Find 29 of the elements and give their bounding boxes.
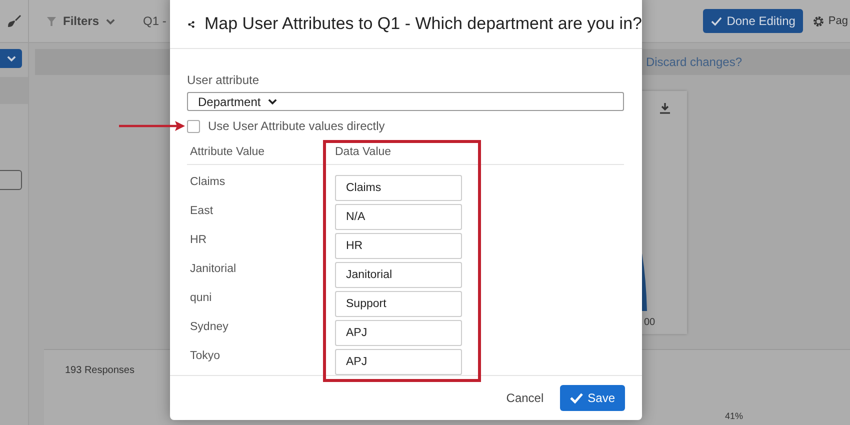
data-value-field[interactable]: Support bbox=[335, 291, 462, 317]
use-values-checkbox[interactable]: Use User Attribute values directly bbox=[187, 119, 624, 133]
attribute-value: quni bbox=[190, 291, 213, 304]
data-value-field[interactable]: Janitorial bbox=[335, 262, 462, 288]
data-value-field[interactable]: N/A bbox=[335, 204, 462, 230]
user-attribute-select[interactable]: Department bbox=[187, 92, 624, 111]
chart-axis-label: 00 bbox=[644, 317, 656, 328]
column-header: Attribute Value bbox=[190, 146, 266, 158]
dialog-title: Map User Attributes to Q1 - Which department are you in? bbox=[204, 14, 642, 34]
attribute-value: HR bbox=[190, 233, 208, 246]
data-value-field[interactable]: Claims bbox=[335, 175, 462, 201]
save-button[interactable]: Save bbox=[560, 385, 625, 411]
data-value-field[interactable]: APJ bbox=[335, 320, 462, 346]
attribute-value: Claims bbox=[190, 175, 226, 188]
data-value-field[interactable]: APJ bbox=[335, 349, 462, 375]
attribute-value: Tokyo bbox=[190, 349, 222, 362]
cancel-button[interactable]: Cancel bbox=[506, 391, 544, 405]
attribute-value: East bbox=[190, 204, 214, 217]
filters-button[interactable]: Filters bbox=[47, 14, 116, 28]
question-tab[interactable]: Q1 - bbox=[143, 14, 166, 28]
attribute-value: Sydney bbox=[190, 320, 230, 333]
field-label: User attribute bbox=[187, 73, 260, 87]
responses-count: 193 Responses bbox=[65, 365, 134, 376]
column-header: Data Value bbox=[335, 146, 392, 158]
attribute-value: Janitorial bbox=[190, 262, 238, 275]
data-value-field[interactable]: HR bbox=[335, 233, 462, 259]
page-settings-button[interactable]: Pag bbox=[812, 14, 848, 28]
percent-label: 41% bbox=[725, 411, 744, 421]
done-editing-button[interactable]: Done Editing bbox=[702, 9, 804, 33]
